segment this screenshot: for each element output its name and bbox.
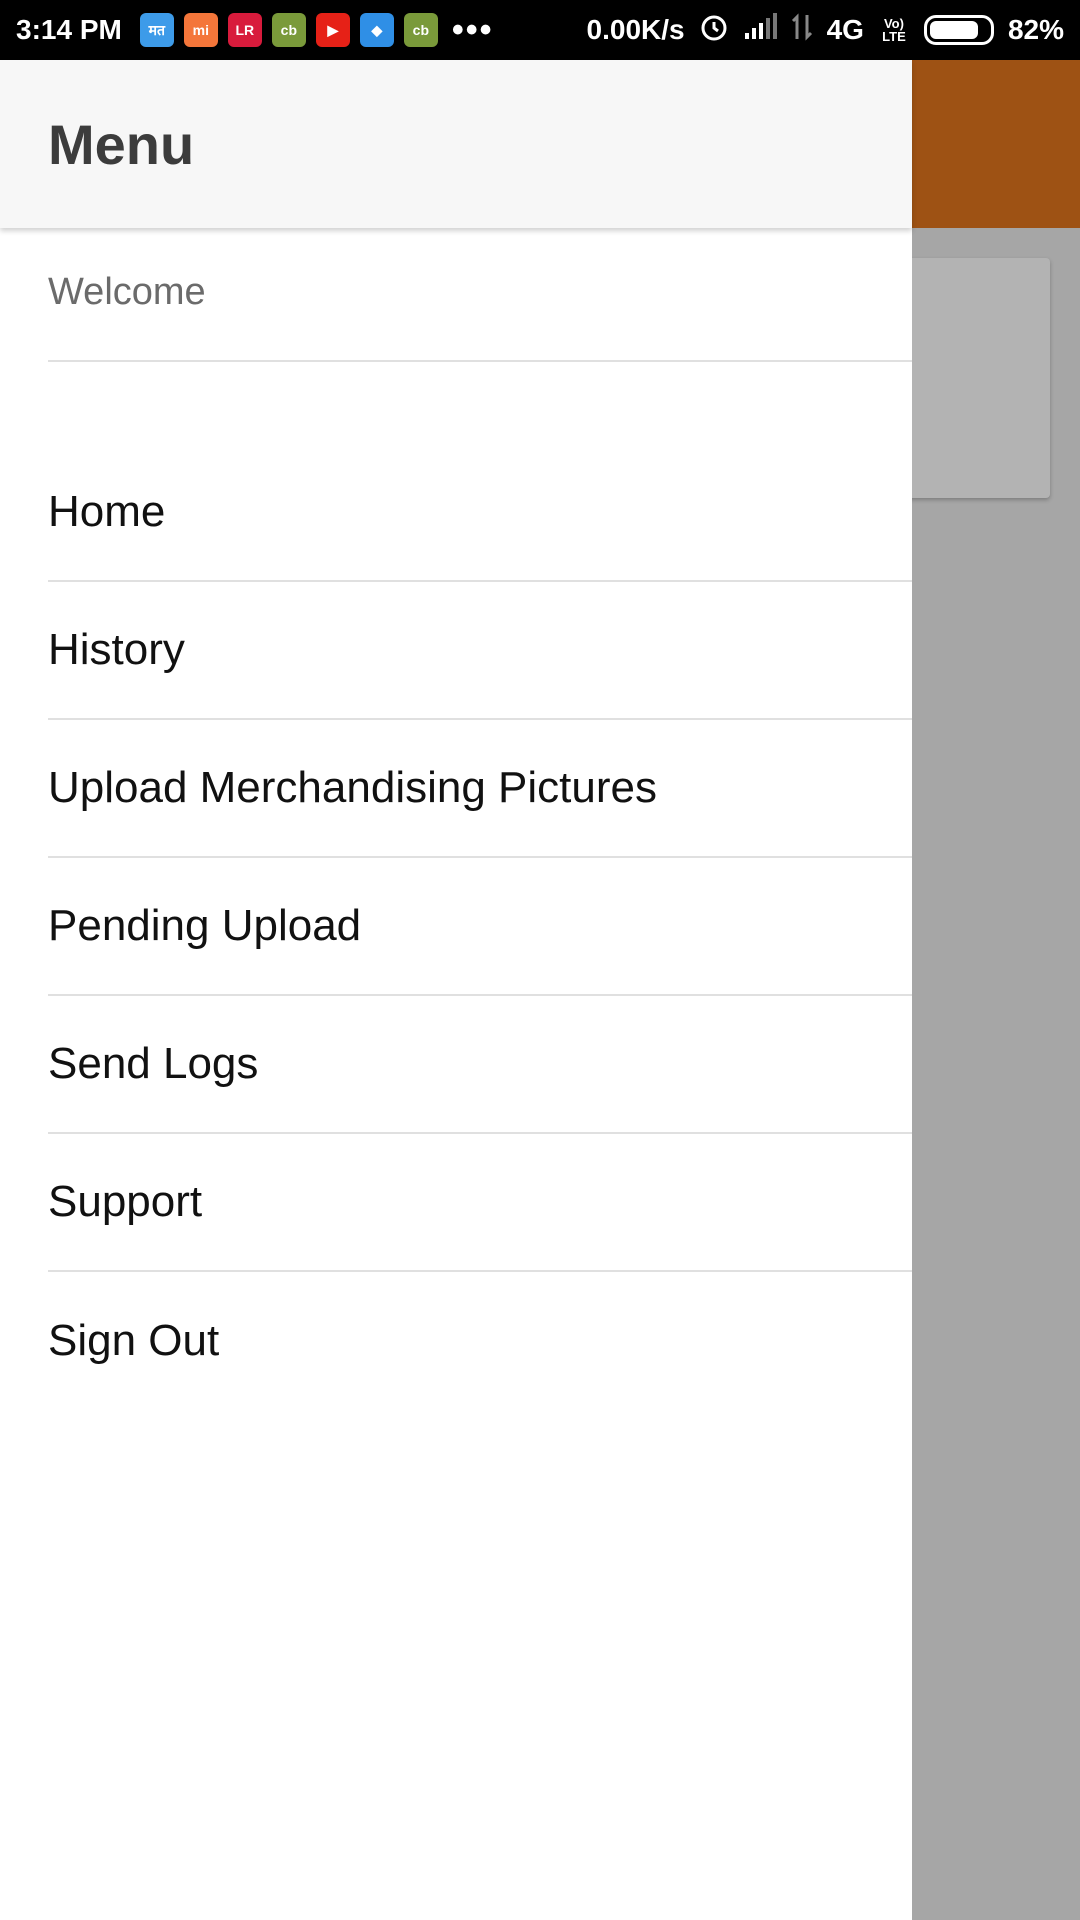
network-speed: 0.00K/s	[586, 14, 685, 45]
drawer-header: Menu	[0, 60, 912, 228]
menu-item-label: Sign Out	[48, 1316, 220, 1365]
message-app-icon: ◆	[359, 13, 394, 47]
battery-percent: 82%	[1007, 14, 1064, 45]
status-bar: 3:14 PM मत mi LR cb ▶ ◆ cb ••• 0.00K/s 4G Vo) …	[0, 0, 1080, 60]
status-left: 3:14 PM मत mi LR cb ▶ ◆ cb •••	[16, 13, 494, 47]
signal-icon	[743, 12, 777, 48]
news-app-icon: मत	[139, 13, 174, 47]
network-type: 4G	[826, 14, 864, 45]
welcome-row: Welcome	[48, 228, 912, 362]
youtube-icon: ▶	[315, 13, 350, 47]
menu-item-label: Pending Upload	[48, 901, 362, 950]
menu-item-label: Support	[48, 1177, 203, 1226]
menu-item-label: Send Logs	[48, 1039, 259, 1088]
alarm-icon	[699, 12, 729, 49]
menu-item-send-logs[interactable]: Send Logs	[48, 996, 912, 1134]
navigation-drawer: Menu Welcome Home History Upload Merchandi…	[0, 60, 912, 1920]
battery-icon	[923, 15, 994, 45]
menu-item-sign-out[interactable]: Sign Out	[48, 1272, 912, 1410]
menu-list: Home History Upload Merchandising Pictures…	[0, 444, 912, 1410]
status-time: 3:14 PM	[16, 14, 122, 45]
menu-item-support[interactable]: Support	[48, 1134, 912, 1272]
more-notifications-icon: •••	[451, 11, 494, 49]
menu-item-history[interactable]: History	[48, 582, 912, 720]
cb-app-icon: cb	[403, 13, 438, 47]
menu-item-label: History	[48, 625, 185, 674]
menu-item-upload-merchandising-pictures[interactable]: Upload Merchandising Pictures	[48, 720, 912, 858]
cb-app-icon: cb	[271, 13, 306, 47]
battery-fill	[929, 21, 978, 39]
menu-item-label: Home	[48, 487, 166, 536]
welcome-text: Welcome	[48, 270, 206, 313]
lr-app-icon: LR	[227, 13, 262, 47]
notification-icons: मत mi LR cb ▶ ◆ cb	[139, 13, 438, 47]
menu-item-label: Upload Merchandising Pictures	[48, 763, 657, 812]
menu-item-pending-upload[interactable]: Pending Upload	[48, 858, 912, 996]
shopping-bag-icon: mi	[183, 13, 218, 47]
volte-icon: Vo) LTE	[882, 16, 906, 44]
drawer-title: Menu	[48, 112, 195, 176]
status-right: 0.00K/s 4G Vo) LTE 82%	[587, 12, 1064, 49]
data-arrows-icon	[791, 12, 813, 48]
menu-item-home[interactable]: Home	[48, 444, 912, 582]
